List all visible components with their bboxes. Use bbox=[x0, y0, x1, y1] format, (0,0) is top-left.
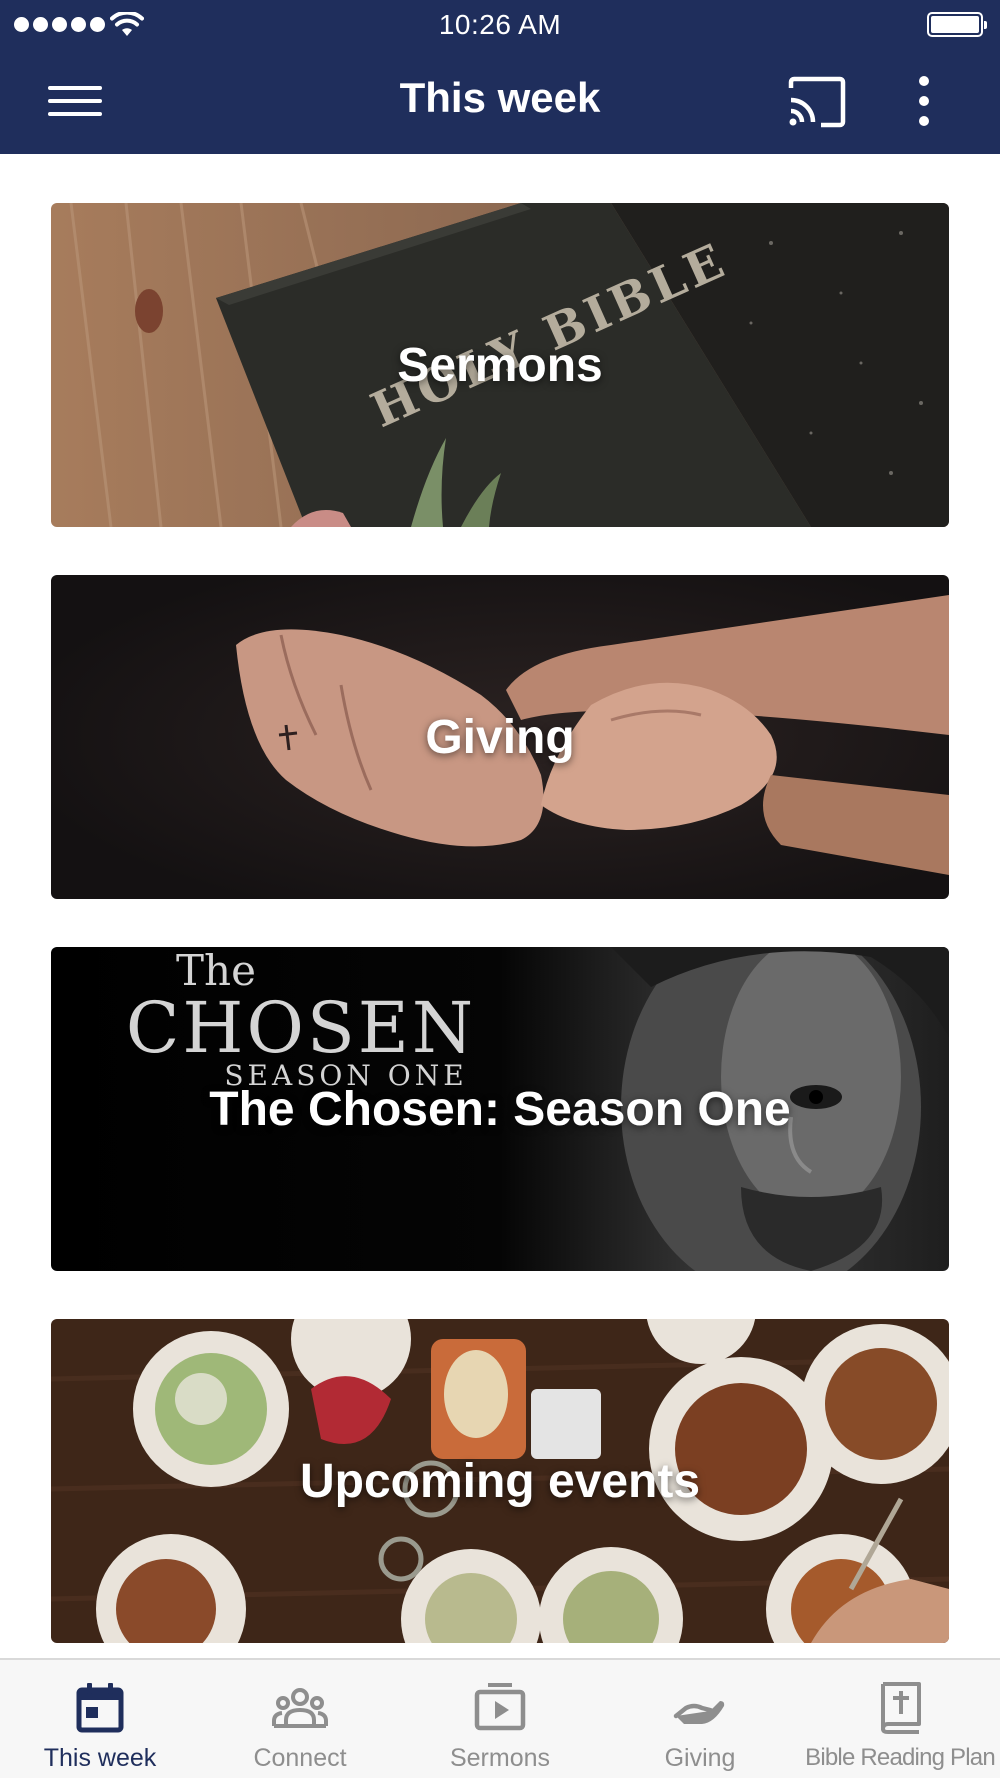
card-title: The Chosen: Season One bbox=[209, 1082, 791, 1136]
battery-icon bbox=[927, 12, 987, 37]
video-play-icon bbox=[474, 1683, 526, 1731]
calendar-icon bbox=[76, 1683, 124, 1733]
card-title: Giving bbox=[425, 710, 575, 764]
people-icon bbox=[272, 1688, 328, 1728]
giving-hand-icon bbox=[673, 1701, 725, 1724]
upcoming-events-card[interactable]: Upcoming events bbox=[51, 1319, 949, 1643]
tab-label: Connect bbox=[253, 1744, 347, 1772]
the-chosen-card[interactable]: The CHOSEN SEASON ONE The Chosen: Season… bbox=[51, 947, 949, 1271]
tab-connect[interactable]: Connect bbox=[200, 1660, 400, 1778]
tab-label: This week bbox=[43, 1744, 157, 1772]
status-bar: 10:26 AM bbox=[0, 0, 1000, 50]
card-title: Upcoming events bbox=[299, 1454, 701, 1508]
hamburger-menu-icon[interactable] bbox=[40, 72, 110, 128]
tab-this-week[interactable]: This week bbox=[0, 1660, 200, 1778]
tab-label: Sermons bbox=[449, 1744, 551, 1772]
navigation-bar: This week bbox=[0, 50, 1000, 154]
bible-icon bbox=[881, 1682, 921, 1734]
cast-icon[interactable] bbox=[785, 74, 849, 130]
app-header: 10:26 AM This week bbox=[0, 0, 1000, 154]
sermons-card[interactable]: HOLY BIBLE Sermons bbox=[51, 203, 949, 527]
status-time: 10:26 AM bbox=[438, 9, 562, 40]
bottom-tab-bar: This week Connect Sermons Giving Bible R… bbox=[0, 1658, 1000, 1778]
card-title: Sermons bbox=[397, 338, 603, 392]
page-title: This week bbox=[399, 74, 601, 121]
tab-label: Giving bbox=[664, 1744, 736, 1772]
tab-giving[interactable]: Giving bbox=[600, 1660, 800, 1778]
more-vertical-icon[interactable] bbox=[900, 72, 948, 130]
giving-card[interactable]: Giving bbox=[51, 575, 949, 899]
tab-bible-reading-plan[interactable]: Bible Reading Plan bbox=[800, 1660, 1000, 1778]
tab-sermons[interactable]: Sermons bbox=[400, 1660, 600, 1778]
tab-label: Bible Reading Plan bbox=[805, 1744, 996, 1771]
